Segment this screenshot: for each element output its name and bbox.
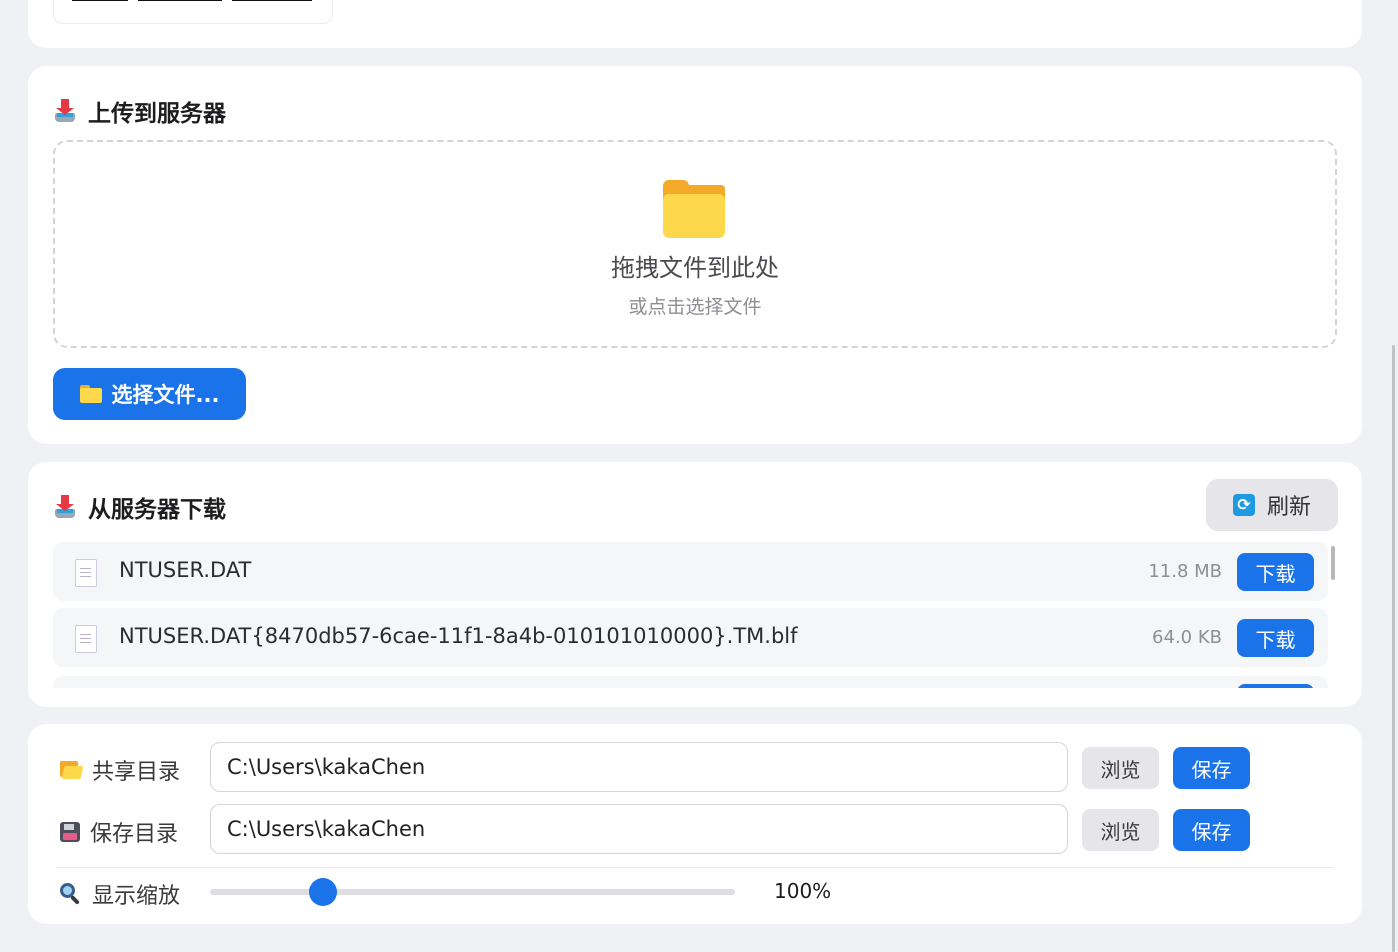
save-dir-browse-button[interactable]: 浏览 [1082, 809, 1159, 851]
download-title-text: 从服务器下载 [88, 497, 226, 523]
zoom-slider-thumb[interactable] [308, 878, 337, 906]
share-dir-label: 共享目录 [60, 754, 180, 786]
zoom-row: 显示缩放 100% [28, 866, 1362, 918]
inbox-tray-icon [54, 99, 76, 123]
choose-file-label: 选择文件... [111, 383, 220, 407]
share-dir-input[interactable] [210, 742, 1068, 792]
file-name: NTUSER.DAT{8470db57-6cae-11f1-8a4b-01010… [119, 624, 798, 648]
file-row-partial[interactable] [53, 676, 1328, 688]
save-dir-row: 保存目录 浏览 保存 [28, 804, 1362, 856]
refresh-button[interactable]: ⟳ 刷新 [1206, 479, 1338, 531]
refresh-label: 刷新 [1266, 495, 1311, 520]
floppy-disk-icon [60, 822, 80, 842]
dropzone-main-text: 拖拽文件到此处 [611, 254, 779, 282]
folder-icon [663, 180, 725, 238]
share-dir-row: 共享目录 浏览 保存 [28, 742, 1362, 794]
zoom-label-text: 显示缩放 [92, 884, 181, 909]
qr-code-preview [53, 0, 333, 24]
file-row[interactable]: NTUSER.DAT{8470db57-6cae-11f1-8a4b-01010… [53, 608, 1328, 667]
choose-file-button[interactable]: 选择文件... [53, 368, 246, 420]
save-dir-label-text: 保存目录 [90, 822, 179, 847]
share-dir-label-text: 共享目录 [92, 760, 181, 785]
file-size: 11.8 MB [1148, 561, 1222, 582]
share-dir-browse-button[interactable]: 浏览 [1082, 747, 1159, 789]
share-dir-save-button[interactable]: 保存 [1173, 747, 1250, 789]
save-dir-save-button[interactable]: 保存 [1173, 809, 1250, 851]
previous-card [28, 0, 1362, 48]
download-button[interactable]: 下载 [1237, 553, 1314, 591]
file-name: NTUSER.DAT [119, 558, 252, 582]
settings-card: 共享目录 浏览 保存 保存目录 浏览 保存 显示缩放 100% [28, 724, 1362, 924]
file-size: 64.0 KB [1152, 627, 1222, 648]
zoom-value: 100% [774, 879, 832, 903]
save-dir-input[interactable] [210, 804, 1068, 854]
open-folder-icon [60, 761, 84, 779]
document-icon [75, 625, 97, 653]
zoom-slider[interactable] [210, 878, 735, 906]
upload-title-text: 上传到服务器 [88, 101, 226, 127]
inbox-tray-icon [54, 495, 76, 519]
download-button[interactable]: 下载 [1237, 619, 1314, 657]
zoom-label: 显示缩放 [60, 878, 180, 910]
download-card: 从服务器下载 ⟳ 刷新 NTUSER.DAT 11.8 MB 下载 NTUSER… [28, 462, 1362, 707]
refresh-icon: ⟳ [1232, 494, 1255, 516]
file-dropzone[interactable]: 拖拽文件到此处 或点击选择文件 [53, 140, 1337, 348]
file-list-scrollbar[interactable] [1331, 546, 1335, 580]
page-scrollbar[interactable] [1392, 345, 1395, 952]
file-row[interactable]: NTUSER.DAT 11.8 MB 下载 [53, 542, 1328, 601]
folder-icon [79, 385, 102, 403]
document-icon [75, 559, 97, 587]
upload-card: 上传到服务器 拖拽文件到此处 或点击选择文件 选择文件... [28, 66, 1362, 444]
save-dir-label: 保存目录 [60, 816, 178, 848]
upload-section-title: 上传到服务器 [54, 94, 226, 128]
download-button-partial[interactable] [1237, 684, 1314, 688]
dropzone-sub-text: 或点击选择文件 [628, 296, 762, 318]
magnifier-icon [60, 883, 82, 905]
download-section-title: 从服务器下载 [54, 490, 226, 524]
file-list[interactable]: NTUSER.DAT 11.8 MB 下载 NTUSER.DAT{8470db5… [53, 542, 1328, 688]
